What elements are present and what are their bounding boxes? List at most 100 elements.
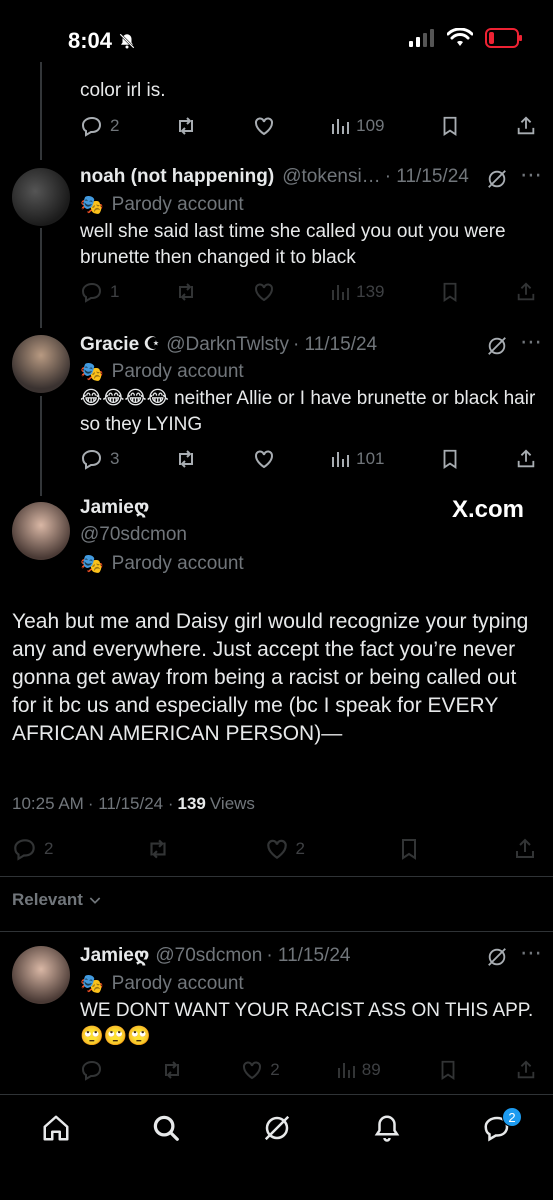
chevron-down-icon (89, 897, 101, 904)
handle[interactable]: @DarknTwlsty (166, 334, 289, 356)
repost-button[interactable] (174, 280, 198, 304)
tab-grok[interactable] (262, 1113, 292, 1148)
display-name[interactable]: Jamie (80, 945, 134, 967)
avatar[interactable] (12, 502, 70, 560)
heart-icon (254, 283, 273, 302)
more-icon[interactable]: ⋯ (520, 162, 543, 188)
bookmark-button[interactable] (439, 448, 461, 470)
repost-button[interactable] (145, 836, 171, 862)
display-name[interactable]: noah (not happening) (80, 166, 274, 188)
tweet-actions: 1 139 (80, 280, 537, 304)
grok-icon[interactable] (486, 946, 508, 968)
tab-notifications[interactable] (372, 1113, 402, 1148)
heart-icon (254, 117, 273, 136)
display-name[interactable]: Gracie (80, 334, 139, 356)
views-button[interactable]: 139 (330, 282, 385, 302)
bookmark-icon (401, 839, 416, 860)
battery-low-icon (485, 28, 522, 48)
like-button[interactable]: 2 (264, 836, 305, 862)
wifi-icon (447, 28, 473, 46)
bookmark-button[interactable] (437, 1059, 459, 1081)
like-button[interactable] (252, 280, 276, 304)
parody-mask-icon: 🎭 (80, 554, 104, 575)
reply-button[interactable] (80, 1058, 104, 1082)
like-button[interactable] (252, 447, 276, 471)
more-icon[interactable]: ⋯ (520, 940, 543, 966)
tab-search[interactable] (151, 1113, 181, 1148)
share-button[interactable] (515, 448, 537, 470)
like-button[interactable] (252, 114, 276, 138)
reply-button[interactable]: 2 (80, 114, 119, 138)
tweet-text: color irl is. (80, 80, 166, 101)
like-button[interactable]: 2 (240, 1058, 280, 1082)
tweet-time[interactable]: 10:25 AM (12, 794, 84, 814)
main-tweet-actions: 2 2 (12, 836, 537, 862)
tweet-actions: 3 101 (80, 447, 537, 471)
avatar[interactable] (12, 168, 70, 226)
share-icon (517, 449, 535, 468)
reply-header: Gracie ☪ @DarknTwlsty · 11/15/24 (80, 333, 377, 356)
views-icon (332, 119, 350, 134)
handle[interactable]: @70sdcmon (155, 945, 262, 967)
avatar[interactable] (12, 335, 70, 393)
parody-mask-icon: 🎭 (80, 195, 104, 216)
grok-icon[interactable] (486, 335, 508, 357)
repost-button[interactable] (174, 114, 198, 138)
reply-button[interactable]: 1 (80, 280, 119, 304)
divider (0, 931, 553, 932)
watermark: X.com (452, 496, 525, 523)
share-button[interactable] (513, 837, 537, 861)
post-date: · 11/15/24 (292, 333, 378, 355)
reply-header: noah (not happening) @tokensi… · 11/15/2… (80, 166, 469, 188)
handle[interactable]: @70sdcmon (80, 524, 187, 546)
share-icon (517, 282, 535, 301)
tweet-text: well she said last time she called you o… (80, 221, 506, 268)
home-icon (43, 1115, 69, 1141)
tab-home[interactable] (41, 1113, 71, 1148)
more-icon[interactable]: ⋯ (520, 329, 543, 355)
views-button[interactable]: 109 (330, 116, 385, 136)
share-icon (517, 1060, 535, 1079)
thread-line (40, 228, 42, 328)
tweet-text: 😂😂😂😂 neither Allie or I have brunette or… (80, 388, 536, 435)
views-button[interactable]: 89 (336, 1060, 381, 1080)
tweet-meta: 10:25 AM · 11/15/24 · 139 Views (12, 794, 255, 814)
bookmark-icon (443, 282, 457, 302)
reply-icon (14, 839, 35, 861)
search-icon (153, 1115, 179, 1141)
bookmark-button[interactable] (397, 837, 421, 861)
reply-button[interactable]: 2 (12, 836, 53, 862)
avatar[interactable] (12, 946, 70, 1004)
tab-messages[interactable]: 2 (482, 1107, 522, 1148)
bookmark-button[interactable] (439, 281, 461, 303)
share-icon (516, 838, 534, 858)
repost-icon (178, 117, 193, 135)
share-button[interactable] (515, 281, 537, 303)
tweet-actions: 2 89 (80, 1058, 537, 1082)
repost-icon (150, 839, 167, 859)
sort-dropdown[interactable]: Relevant (12, 890, 103, 910)
views-label: Views (209, 794, 255, 813)
bookmark-button[interactable] (439, 115, 461, 137)
views-button[interactable]: 101 (330, 449, 385, 469)
reply-icon (81, 449, 102, 470)
grok-icon[interactable] (486, 168, 508, 190)
repost-button[interactable] (160, 1058, 184, 1082)
share-button[interactable] (515, 115, 537, 137)
tweet-text: WE DONT WANT YOUR RACIST ASS ON THIS APP… (80, 1000, 534, 1047)
handle[interactable]: @tokensi… (282, 166, 381, 188)
messages-badge: 2 (502, 1107, 522, 1127)
reply-button[interactable]: 3 (80, 447, 119, 471)
thread-line (40, 62, 42, 160)
parody-label: 🎭 Parody account (80, 361, 244, 383)
bookmark-icon (443, 116, 457, 136)
name-badge: ☪ (143, 334, 161, 355)
repost-button[interactable] (174, 447, 198, 471)
author-name[interactable]: Jamie ღ (80, 496, 149, 519)
share-button[interactable] (515, 1059, 537, 1081)
reply-header: Jamie ღ @70sdcmon · 11/15/24 (80, 944, 351, 967)
bell-icon (374, 1115, 400, 1142)
status-indicators (409, 28, 523, 48)
repost-icon (178, 450, 193, 468)
repost-icon (165, 1061, 180, 1079)
